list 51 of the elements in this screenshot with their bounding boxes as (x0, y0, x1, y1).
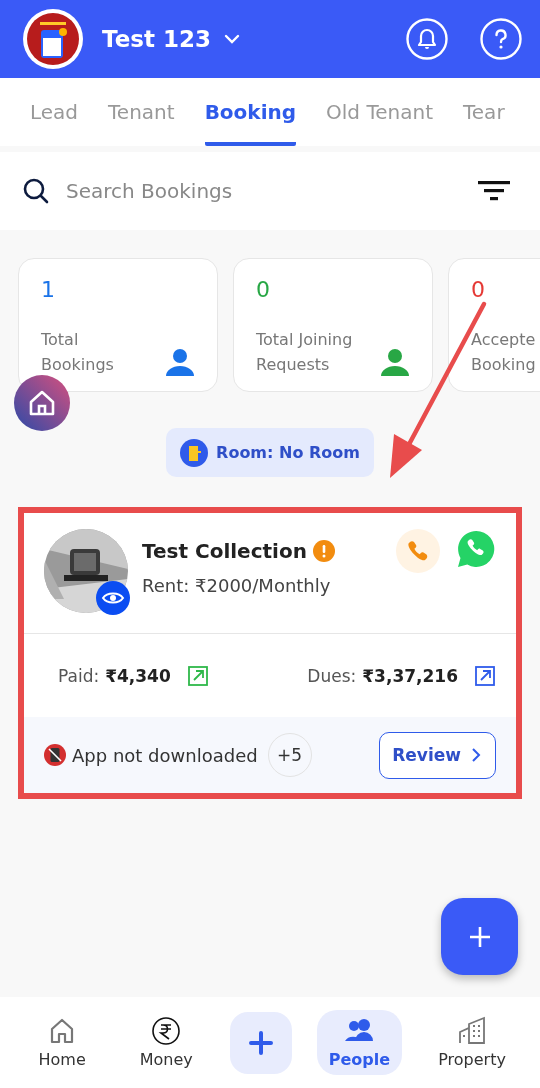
property-icon (457, 1016, 488, 1046)
stat-label: Requests (256, 354, 331, 376)
stat-card[interactable]: 1 Total Bookings (18, 258, 218, 392)
open-link-icon[interactable] (474, 664, 496, 687)
review-button[interactable]: Review (379, 731, 496, 779)
money-icon (151, 1016, 182, 1046)
nav-item[interactable]: Money (126, 1010, 207, 1075)
help-icon[interactable] (480, 18, 522, 60)
tab[interactable]: Booking (204, 78, 297, 146)
open-link-icon[interactable] (186, 664, 209, 687)
warning-icon (312, 540, 335, 562)
eye-icon[interactable] (96, 581, 130, 615)
person-icon (165, 347, 195, 377)
tab[interactable]: Old Tenant (326, 78, 433, 146)
stat-label: Total Joining (256, 329, 353, 351)
stat-value: 1 (41, 277, 56, 302)
room-chip[interactable]: Room: No Room (166, 428, 374, 477)
tab[interactable]: Tear (463, 78, 505, 146)
plus-icon (249, 1030, 274, 1055)
stat-label: Bookings (41, 354, 114, 376)
dues-label: Dues: (307, 665, 357, 686)
stat-label: Booking (471, 354, 536, 376)
person-icon (380, 347, 410, 377)
home-floating-icon[interactable] (14, 375, 70, 431)
nav-item[interactable]: Property (426, 1010, 518, 1075)
plus-icon (468, 925, 491, 948)
search-icon[interactable] (22, 177, 50, 205)
stat-card[interactable]: 0 Accepte Booking (448, 258, 540, 392)
stat-label: Total (41, 329, 80, 351)
add-button[interactable] (441, 898, 518, 975)
dues-amount: ₹3,37,216 (362, 665, 458, 686)
nav-item[interactable]: Home (22, 1010, 103, 1075)
logo-icon (22, 8, 84, 70)
tenant-name: Test Collection (142, 539, 307, 563)
account-name[interactable]: Test 123 (102, 26, 211, 52)
paid-label: Paid: (58, 665, 100, 686)
stat-value: 0 (256, 277, 271, 302)
tab[interactable]: Tenant (108, 78, 175, 146)
nav-item[interactable]: People (316, 1010, 402, 1075)
door-icon (180, 438, 209, 467)
add-nav-button[interactable] (230, 1011, 293, 1074)
tab[interactable]: Lead (30, 78, 79, 146)
stat-label: Accepte (471, 329, 536, 351)
stat-card[interactable]: 0 Total Joining Requests (233, 258, 433, 392)
rent-text: Rent: ₹2000/Monthly (142, 575, 332, 596)
no-phone-icon (44, 744, 66, 766)
paid-amount: ₹4,340 (105, 665, 171, 686)
notification-bell-icon[interactable] (406, 18, 448, 60)
chevron-right-icon (469, 747, 483, 763)
app-status-text: App not downloaded (72, 744, 258, 766)
stat-value: 0 (471, 277, 486, 302)
